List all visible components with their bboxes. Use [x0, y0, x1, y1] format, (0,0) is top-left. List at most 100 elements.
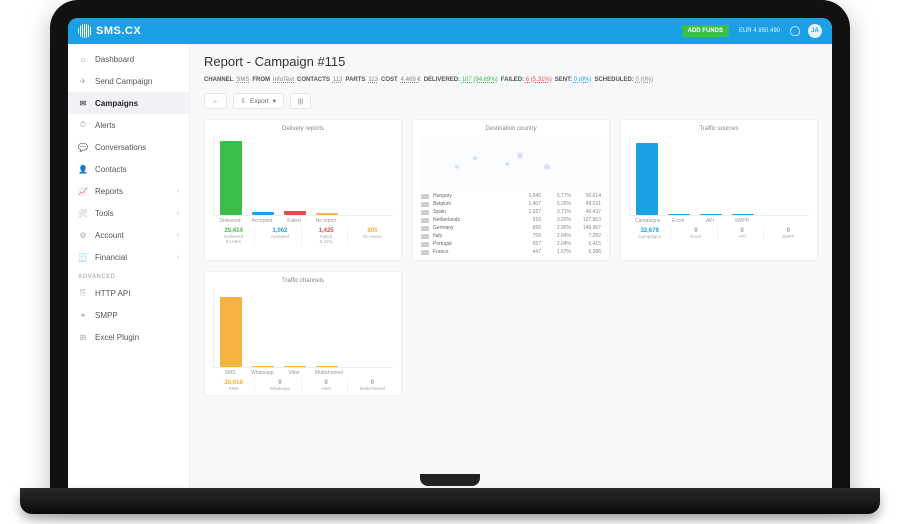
sidebar-item-label: Account	[95, 231, 124, 240]
sidebar-item-label: Reports	[95, 187, 123, 196]
stat: 0Viber	[306, 380, 348, 391]
sidebar-item-label: Campaigns	[95, 99, 138, 108]
chevron-right-icon: ›	[177, 210, 179, 217]
bell-icon[interactable]	[790, 26, 800, 36]
sidebar-item-label: Financial	[95, 253, 127, 262]
chevron-right-icon: ›	[177, 254, 179, 261]
chart-card: Traffic channels SMSWhatsappViberMultich…	[204, 271, 402, 396]
summary-bar: CHANNELSMS FROMInfoText CONTACTS113 PART…	[204, 77, 818, 83]
plug-icon: ⚭	[78, 310, 88, 320]
country-row: Italy7592.84%7,282	[421, 232, 601, 240]
avatar[interactable]: JA	[808, 24, 822, 38]
sidebar-item-dashboard[interactable]: ⌂Dashboard	[68, 48, 189, 70]
sidebar-item-smpp[interactable]: ⚭ SMPP	[68, 304, 189, 326]
chevron-right-icon: ›	[177, 232, 179, 239]
card-title: Destination country	[421, 126, 601, 132]
bar	[700, 214, 722, 215]
flag-icon	[421, 202, 429, 207]
stat: 0Multichannel	[352, 380, 393, 391]
home-icon: ⌂	[78, 54, 88, 64]
sidebar-item-label: Send Campaign	[95, 77, 152, 86]
api-icon: ⎘	[78, 288, 88, 298]
download-icon: ⇩	[241, 97, 246, 105]
chevron-right-icon: ›	[177, 188, 179, 195]
sidebar-item-contacts[interactable]: 👤 Contacts	[68, 158, 189, 180]
sidebar-item-reports[interactable]: 📈 Reports ›	[68, 180, 189, 202]
stat: 28,618SMS	[213, 380, 255, 391]
sidebar-item-tools[interactable]: 🛠 Tools ›	[68, 202, 189, 224]
flag-icon	[421, 210, 429, 215]
sidebar-item-label: SMPP	[95, 311, 118, 320]
tools-icon: 🛠	[78, 208, 88, 218]
card-title: Traffic sources	[629, 126, 809, 132]
xls-icon: ⊞	[78, 332, 88, 342]
sidebar-item-label: Excel Plugin	[95, 333, 139, 342]
flag-icon	[421, 194, 429, 199]
country-row: Spain1,0273.71%46,437	[421, 208, 601, 216]
sidebar-item-financial[interactable]: 🧾Financial›	[68, 246, 189, 268]
logo-mark-icon	[78, 24, 92, 38]
sidebar-item-label: HTTP API	[95, 289, 130, 298]
sidebar-item-http-api[interactable]: ⎘ HTTP API	[68, 282, 189, 304]
bar	[316, 213, 338, 215]
bar	[252, 212, 274, 215]
bar	[284, 211, 306, 215]
toolbar: ← ⇩ Export ▾ |||	[204, 93, 818, 109]
flag-icon	[421, 242, 429, 247]
chevron-down-icon: ▾	[273, 97, 276, 105]
sidebar-item-alerts[interactable]: ⏱ Alerts	[68, 114, 189, 136]
stat: 32,679Campaigns	[629, 228, 671, 239]
mail-icon: ✉	[78, 98, 88, 108]
country-row: Netherlands9163.20%127,853	[421, 216, 601, 224]
bar	[284, 366, 306, 367]
user-icon: 👤	[78, 164, 88, 174]
stat: 0SMPP	[768, 228, 809, 239]
chart-card: Delivery reports DeliveredAcceptedFailed…	[204, 119, 402, 261]
bar	[220, 141, 242, 215]
country-row: Portugal5572.04%6,415	[421, 240, 601, 248]
clock-icon: ⏱	[78, 120, 88, 130]
sidebar-item-label: Alerts	[95, 121, 115, 130]
world-map	[421, 136, 601, 192]
main-content: Report - Campaign #115 CHANNELSMS FROMIn…	[190, 44, 832, 500]
sidebar-item-campaigns[interactable]: ✉ Campaigns	[68, 92, 189, 114]
flag-icon	[421, 218, 429, 223]
sidebar-item-conversations[interactable]: 💬Conversations	[68, 136, 189, 158]
chart-icon: 📈	[78, 186, 88, 196]
columns-button[interactable]: |||	[290, 93, 311, 109]
sidebar-item-label: Tools	[95, 209, 114, 218]
country-row: Germany8562.85%146,967	[421, 224, 601, 232]
chart-card: Traffic sources CampaignsExcelAPISMPP 32…	[620, 119, 818, 261]
bar	[220, 297, 242, 367]
brand-name: SMS.CX	[96, 25, 141, 37]
map-card: Destination country Hungary1,5455.77%50,…	[412, 119, 610, 261]
balance-value: EUR 4 950,490	[739, 28, 780, 34]
flag-icon	[421, 226, 429, 231]
stat: 805No report	[352, 228, 393, 244]
back-button[interactable]: ←	[204, 93, 227, 109]
topbar: SMS.CX ADD FUNDS EUR 4 950,490 JA	[68, 18, 832, 44]
stat: 0Whatsapp	[259, 380, 301, 391]
sidebar-item-send-campaign[interactable]: ✈ Send Campaign	[68, 70, 189, 92]
stat: 1,425Failed5.31%	[306, 228, 348, 244]
country-row: Belgium1,4075.26%48,031	[421, 200, 601, 208]
country-row: France4471.67%5,386	[421, 248, 601, 256]
card-title: Delivery reports	[213, 126, 393, 132]
add-funds-button[interactable]: ADD FUNDS	[682, 25, 729, 37]
bar	[668, 214, 690, 215]
sidebar-item-excel-plugin[interactable]: ⊞ Excel Plugin	[68, 326, 189, 348]
chat-icon: 💬	[78, 142, 88, 152]
bar	[316, 366, 338, 367]
stat: 0Excel	[675, 228, 717, 239]
bar	[636, 143, 658, 215]
sidebar: ⌂Dashboard ✈ Send Campaign ✉ Campaigns ⏱ Alert…	[68, 44, 190, 500]
sidebar-item-account[interactable]: ⚙Account›	[68, 224, 189, 246]
sidebar-group-advanced: ADVANCED	[68, 268, 189, 282]
brand-logo[interactable]: SMS.CX	[78, 24, 141, 38]
export-button[interactable]: ⇩ Export ▾	[233, 93, 285, 109]
bar-chart	[213, 136, 393, 216]
sidebar-item-label: Contacts	[95, 165, 127, 174]
send-icon: ✈	[78, 76, 88, 86]
page-title: Report - Campaign #115	[204, 54, 818, 69]
country-table: Hungary1,5455.77%50,614Belgium1,4075.26%…	[421, 192, 601, 256]
